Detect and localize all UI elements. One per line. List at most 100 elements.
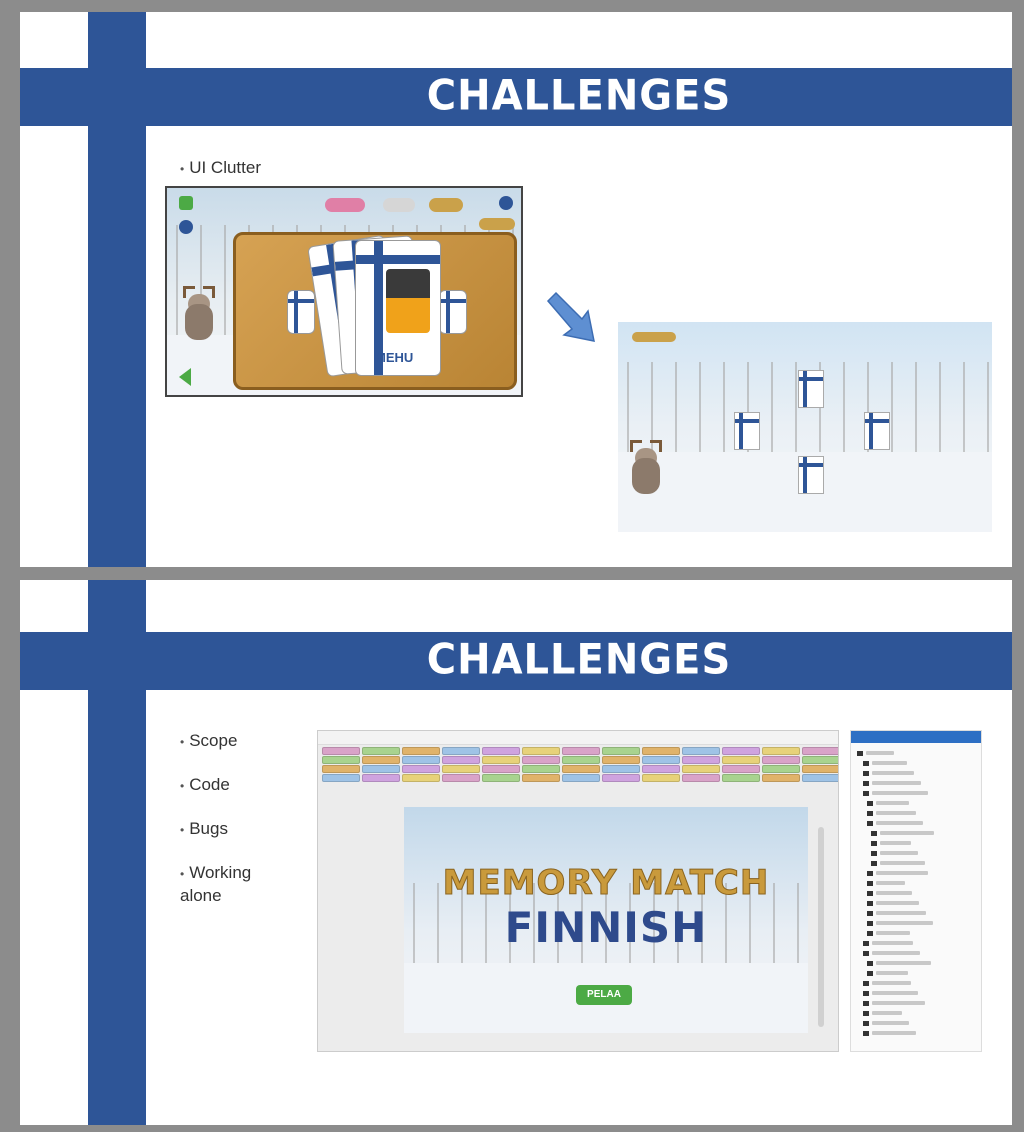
- coin-counter: [429, 198, 463, 212]
- event-sheet-tab[interactable]: [722, 756, 760, 764]
- event-sheet-tab[interactable]: [762, 747, 800, 755]
- project-tree-panel: [850, 730, 982, 1052]
- heart-counter: [325, 198, 365, 212]
- event-sheet-tab[interactable]: [402, 774, 440, 782]
- small-card-left: [287, 290, 315, 334]
- event-sheet-tab[interactable]: [762, 756, 800, 764]
- tree-item[interactable]: [880, 841, 911, 845]
- event-sheet-tab[interactable]: [442, 774, 480, 782]
- settings-icon: [179, 220, 193, 234]
- event-sheet-tab[interactable]: [642, 747, 680, 755]
- event-sheet-tab[interactable]: [602, 765, 640, 773]
- event-sheet-tab[interactable]: [322, 747, 360, 755]
- event-sheet-tab[interactable]: [682, 747, 720, 755]
- event-sheet-tab[interactable]: [362, 756, 400, 764]
- panel-header: [851, 731, 981, 743]
- tree-item[interactable]: [880, 831, 934, 835]
- event-sheet-tab[interactable]: [762, 774, 800, 782]
- event-sheet-tab[interactable]: [362, 747, 400, 755]
- event-sheet-tab[interactable]: [522, 774, 560, 782]
- event-sheet-tab[interactable]: [562, 774, 600, 782]
- tree-item[interactable]: [872, 1011, 902, 1015]
- event-sheet-tab[interactable]: [642, 774, 680, 782]
- folder-icon: [867, 911, 873, 916]
- event-sheet-tab[interactable]: [722, 747, 760, 755]
- arrow-down-right-icon: [546, 291, 595, 342]
- event-sheet-tab[interactable]: [602, 774, 640, 782]
- tree-item[interactable]: [876, 811, 916, 815]
- event-sheet-tab[interactable]: [802, 765, 838, 773]
- tree-item[interactable]: [876, 901, 919, 905]
- tree-item[interactable]: [880, 851, 918, 855]
- tree-item[interactable]: [872, 1001, 925, 1005]
- event-sheet-tab[interactable]: [322, 756, 360, 764]
- tree-item[interactable]: [872, 1021, 909, 1025]
- game-editor-screenshot: MEMORY MATCH FINNISH PELAA: [317, 730, 839, 1052]
- tree-item[interactable]: [880, 861, 925, 865]
- tree-item[interactable]: [876, 971, 908, 975]
- event-sheet-tab[interactable]: [442, 756, 480, 764]
- event-sheet-tab[interactable]: [442, 765, 480, 773]
- event-sheet-tab[interactable]: [522, 747, 560, 755]
- slide-2: CHALLENGES • Scope • Code • Bugs • Working a…: [20, 580, 1012, 1125]
- tree-item[interactable]: [872, 1031, 916, 1035]
- event-sheet-tab[interactable]: [482, 774, 520, 782]
- tree-item[interactable]: [876, 871, 928, 875]
- event-sheet-tab[interactable]: [682, 774, 720, 782]
- event-sheet-tab[interactable]: [802, 747, 838, 755]
- event-sheet-tab[interactable]: [802, 756, 838, 764]
- event-sheet-tab[interactable]: [802, 774, 838, 782]
- event-sheet-tab[interactable]: [522, 756, 560, 764]
- tree-item[interactable]: [876, 961, 931, 965]
- juice-carton-icon: [386, 269, 430, 333]
- event-sheet-tab[interactable]: [602, 756, 640, 764]
- event-sheet-tab[interactable]: [322, 774, 360, 782]
- event-sheet-tab[interactable]: [602, 747, 640, 755]
- tree-item[interactable]: [876, 921, 933, 925]
- event-sheet-tab[interactable]: [562, 765, 600, 773]
- tree-item[interactable]: [876, 891, 912, 895]
- tree-item[interactable]: [876, 931, 910, 935]
- event-sheet-tab[interactable]: [482, 765, 520, 773]
- card-counter: [383, 198, 415, 212]
- tree-item[interactable]: [872, 761, 907, 765]
- tree-item[interactable]: [872, 991, 918, 995]
- event-sheet-tab[interactable]: [522, 765, 560, 773]
- tree-item[interactable]: [876, 821, 923, 825]
- event-sheet-tab[interactable]: [482, 756, 520, 764]
- event-sheet-tab[interactable]: [562, 747, 600, 755]
- event-sheet-tab[interactable]: [762, 765, 800, 773]
- tree-item[interactable]: [866, 751, 894, 755]
- event-sheet-tab[interactable]: [402, 756, 440, 764]
- decluttered-game-screenshot: [618, 322, 992, 532]
- folder-icon: [863, 771, 869, 776]
- event-sheet-tab[interactable]: [482, 747, 520, 755]
- event-sheet-tab[interactable]: [642, 756, 680, 764]
- tree-item[interactable]: [872, 781, 921, 785]
- tree-item[interactable]: [876, 881, 905, 885]
- tree-item[interactable]: [872, 791, 928, 795]
- game-preview-canvas: MEMORY MATCH FINNISH PELAA: [404, 807, 808, 1033]
- event-sheet-tab[interactable]: [402, 747, 440, 755]
- reindeer-character: [179, 286, 219, 344]
- tree-item[interactable]: [872, 941, 913, 945]
- event-sheet-tab[interactable]: [682, 765, 720, 773]
- event-sheet-tab[interactable]: [682, 756, 720, 764]
- event-sheet-tab[interactable]: [722, 765, 760, 773]
- event-sheet-tab[interactable]: [722, 774, 760, 782]
- folder-icon: [863, 941, 869, 946]
- event-sheet-tab[interactable]: [442, 747, 480, 755]
- tree-item[interactable]: [876, 911, 926, 915]
- event-sheet-tab[interactable]: [642, 765, 680, 773]
- folder-icon: [871, 841, 877, 846]
- event-sheet-tab[interactable]: [562, 756, 600, 764]
- tree-item[interactable]: [872, 951, 920, 955]
- tree-item[interactable]: [872, 981, 911, 985]
- tree-item[interactable]: [876, 801, 909, 805]
- event-sheet-tab[interactable]: [322, 765, 360, 773]
- event-sheet-tab[interactable]: [362, 774, 400, 782]
- event-sheet-tab[interactable]: [362, 765, 400, 773]
- event-sheet-tab[interactable]: [402, 765, 440, 773]
- bullet-item: • Scope: [180, 731, 238, 750]
- tree-item[interactable]: [872, 771, 914, 775]
